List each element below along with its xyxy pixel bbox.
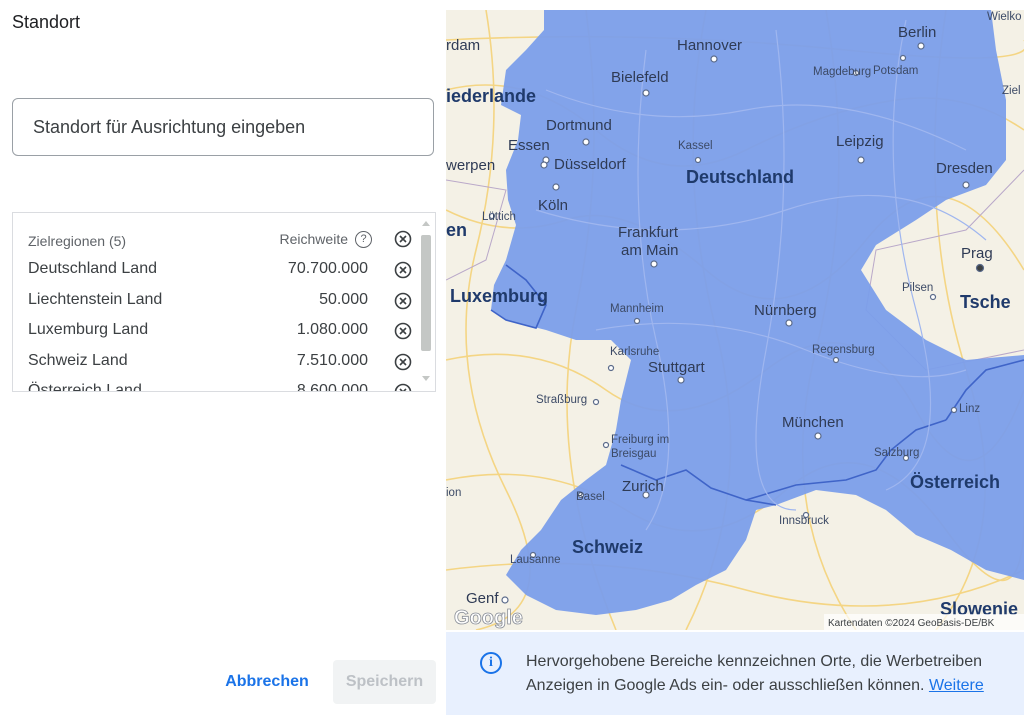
list-scrollbar[interactable] [421,221,431,381]
location-panel: Standort Zielregionen (5) Reichweite ? D… [0,0,446,715]
help-icon[interactable]: ? [355,231,372,248]
label-stuttgart: Stuttgart [648,359,706,376]
region-name: Liechtenstein Land [28,291,163,308]
label-lausanne: Lausanne [510,554,561,566]
label-basel: Basel [576,491,605,503]
region-reach: 7.510.000 [296,352,368,369]
label-salzburg: Salzburg [874,447,919,459]
map-attribution: Kartendaten ©2024 GeoBasis-DE/BK [828,618,995,629]
label-freiburg: Freiburg im [611,434,669,446]
list-item: Luxemburg Land 1.080.000 [28,321,418,345]
info-line-1: Hervorgehobene Bereiche kennzeichnen Ort… [526,653,982,670]
label-linz: Linz [959,403,980,415]
label-karlsruhe: Karlsruhe [610,346,659,358]
label-tschechien: Tsche [960,292,1011,312]
label-oesterreich: Österreich [910,472,1000,492]
label-dresden: Dresden [936,160,993,177]
label-amsterdam: rdam [446,37,480,54]
label-nuernberg: Nürnberg [754,302,817,319]
panel-title: Standort [12,12,81,32]
scroll-thumb[interactable] [421,235,431,351]
label-leipzig: Leipzig [836,133,884,150]
region-reach: 70.700.000 [287,260,368,277]
label-magdeburg: Magdeburg [813,66,871,78]
target-regions-list: Zielregionen (5) Reichweite ? Deutschlan… [12,212,436,392]
label-kassel: Kassel [678,140,713,152]
info-icon: i [480,652,502,674]
label-essen: Essen [508,137,550,154]
list-item: Deutschland Land 70.700.000 [28,260,418,284]
label-berlin: Berlin [898,24,936,41]
label-ziel: Ziel [1002,85,1021,97]
label-frankfurt: Frankfurt [618,224,679,241]
label-dortmund: Dortmund [546,117,612,134]
region-name: Schweiz Land [28,352,128,369]
label-duesseldorf: Düsseldorf [554,156,627,173]
list-item: Schweiz Land 7.510.000 [28,352,418,376]
label-antwerpen: werpen [446,157,495,174]
learn-more-link[interactable]: Weitere [929,677,984,694]
label-ion: ion [446,487,461,499]
label-potsdam: Potsdam [873,65,918,77]
scroll-down-icon[interactable] [422,376,430,381]
remove-region-icon[interactable] [394,322,412,345]
info-text: Hervorgehobene Bereiche kennzeichnen Ort… [526,650,1024,698]
label-freiburg-breisgau: Breisgau [611,448,656,460]
label-muenchen: München [782,414,844,431]
remove-region-icon[interactable] [394,383,412,391]
header-target-regions: Zielregionen (5) [28,233,127,249]
list-item: Liechtenstein Land 50.000 [28,291,418,315]
label-koeln: Köln [538,197,568,214]
list-item: Österreich Land 8.600.000 [28,382,418,392]
label-genf: Genf [466,590,499,607]
label-pilsen: Pilsen [902,282,933,294]
info-banner: i Hervorgehobene Bereiche kennzeichnen O… [446,632,1024,715]
list-header: Zielregionen (5) Reichweite ? [28,230,418,251]
label-strassburg: Straßburg [536,394,587,406]
remove-region-icon[interactable] [394,261,412,284]
label-luettich: Lüttich [482,211,516,223]
location-search-box[interactable] [12,98,434,156]
label-en: en [446,220,467,240]
label-prag: Prag [961,245,993,262]
label-bielefeld: Bielefeld [611,69,669,86]
label-frankfurt-am-main: am Main [621,242,679,259]
label-hannover: Hannover [677,37,742,54]
region-reach: 1.080.000 [296,321,368,338]
label-mannheim: Mannheim [610,303,664,315]
google-logo: Google [454,607,523,629]
header-reach: Reichweite [279,231,348,247]
remove-region-icon[interactable] [394,353,412,376]
info-line-2: Anzeigen in Google Ads ein- oder ausschl… [526,677,925,694]
cancel-button[interactable]: Abbrechen [212,662,322,702]
map-view[interactable]: Wielko Berlin Hannover rdam iederlande B… [446,10,1024,630]
region-reach: 8.600.000 [296,382,368,392]
label-deutschland: Deutschland [686,167,794,187]
label-niederlande: iederlande [446,86,536,106]
label-wielko: Wielko [987,11,1022,23]
region-name: Österreich Land [28,382,142,392]
remove-all-icon[interactable] [394,230,412,251]
label-schweiz: Schweiz [572,537,643,557]
scroll-up-icon[interactable] [422,221,430,226]
save-button[interactable]: Speichern [333,660,436,704]
region-name: Deutschland Land [28,260,157,277]
region-name: Luxemburg Land [28,321,149,338]
label-zurich: Zurich [622,478,664,495]
remove-region-icon[interactable] [394,292,412,315]
label-innsbruck: Innsbruck [779,515,829,527]
label-regensburg: Regensburg [812,344,875,356]
region-reach: 50.000 [319,291,368,308]
label-luxemburg: Luxemburg [450,286,548,306]
location-search-input[interactable] [13,99,433,155]
